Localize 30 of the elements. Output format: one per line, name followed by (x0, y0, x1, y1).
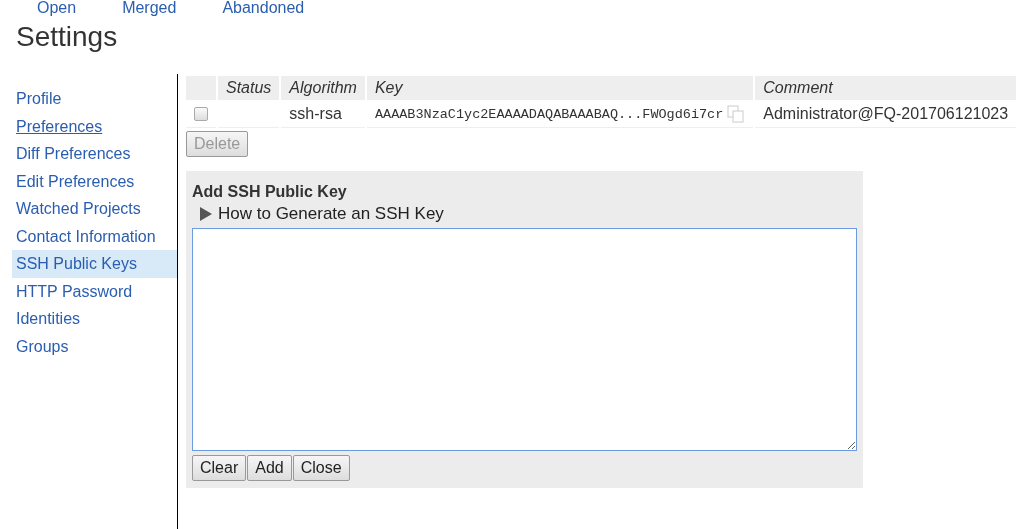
column-header: Algorithm (281, 76, 365, 100)
sidebar-item[interactable]: Identities (12, 305, 177, 333)
row-checkbox[interactable] (194, 107, 208, 122)
top-tab[interactable]: Abandoned (222, 0, 305, 16)
sidebar-item[interactable]: Preferences (12, 112, 177, 140)
expand-triangle-icon (200, 207, 212, 221)
column-header: Comment (755, 76, 1017, 100)
sidebar-item[interactable]: Edit Preferences (12, 167, 177, 195)
panel-button[interactable]: Close (292, 455, 350, 481)
copy-icon[interactable] (727, 104, 746, 123)
help-link[interactable]: How to Generate an SSH Key (200, 204, 444, 224)
key-input-field[interactable] (192, 228, 857, 451)
sidebar-item[interactable]: Contact Information (12, 222, 177, 250)
sidebar-item[interactable]: Diff Preferences (12, 140, 177, 168)
column-header: Key (366, 76, 754, 100)
top-tab[interactable]: Open (37, 0, 77, 16)
top-tab[interactable]: Merged (122, 0, 177, 16)
sidebar-item[interactable]: Groups (12, 332, 177, 360)
panel-button[interactable]: Add (247, 455, 292, 481)
sidebar-item[interactable]: Watched Projects (12, 195, 177, 223)
sidebar-item[interactable]: Profile (12, 85, 177, 113)
sidebar-item[interactable]: HTTP Password (12, 277, 177, 305)
column-header: Status (218, 76, 280, 100)
panel-button[interactable]: Clear (192, 455, 247, 481)
page-title: Settings (16, 20, 119, 54)
sidebar-item[interactable]: SSH Public Keys (12, 250, 177, 278)
algorithm-cell: ssh-rsa (281, 100, 365, 128)
panel-title: Add SSH Public Key (192, 183, 348, 201)
comment-cell: Administrator@FQ-201706121023 (755, 100, 1017, 128)
key-text: AAAAB3NzaC1yc2EAAAADAQABAAABAQ...FWOgd6i7cr (374, 107, 724, 123)
